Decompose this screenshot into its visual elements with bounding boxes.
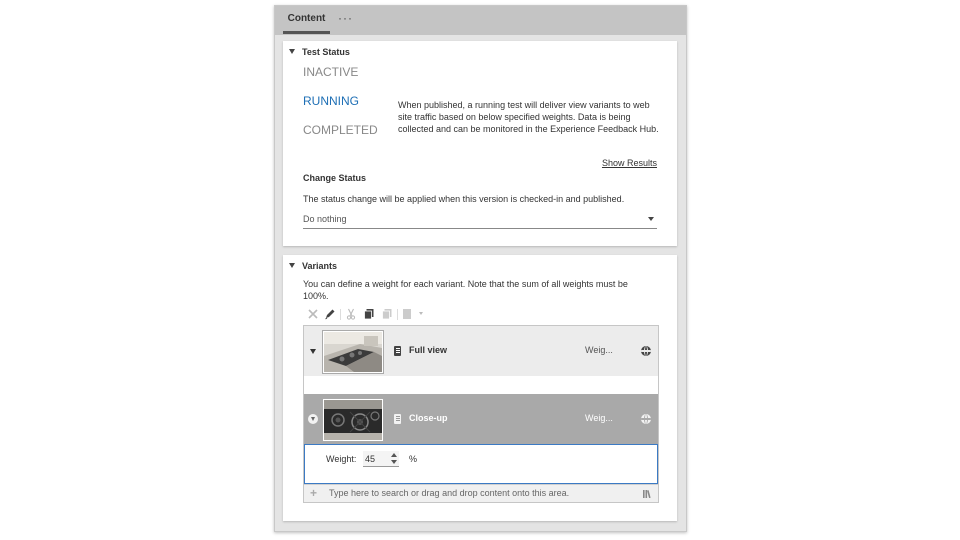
copy-icon[interactable]: [363, 308, 375, 320]
content-panel: Content ··· Test Status INACTIVE RUNNING…: [274, 5, 687, 532]
expand-triangle-icon[interactable]: [310, 349, 316, 354]
change-status-value: Do nothing: [303, 214, 347, 224]
plus-icon[interactable]: +: [310, 487, 317, 499]
weight-unit: %: [409, 454, 418, 464]
toolbar-divider: [397, 309, 398, 320]
kitchen-image-icon: [324, 332, 382, 372]
variant-name: Full view: [409, 345, 448, 355]
status-completed[interactable]: COMPLETED: [303, 123, 378, 137]
document-icon: [394, 346, 401, 356]
variants-note: You can define a weight for each variant…: [303, 279, 628, 301]
status-description: When published, a running test will deli…: [398, 100, 659, 134]
delete-icon[interactable]: [307, 308, 319, 320]
test-status-header[interactable]: Test Status: [289, 47, 350, 57]
show-results-link[interactable]: Show Results: [602, 158, 657, 168]
paste-icon[interactable]: [381, 308, 393, 320]
globe-icon[interactable]: [641, 346, 651, 356]
collapse-circle-icon[interactable]: [308, 414, 318, 424]
edit-icon[interactable]: [324, 308, 336, 320]
more-tabs-button[interactable]: ···: [338, 11, 353, 25]
collapse-triangle-icon[interactable]: [289, 263, 295, 268]
variant-weight: Weig...: [585, 413, 613, 423]
status-inactive[interactable]: INACTIVE: [303, 65, 358, 79]
variants-heading: Variants: [302, 261, 338, 271]
variant-row-full-view[interactable]: Full view Weig...: [304, 326, 658, 376]
chevron-down-icon: [648, 217, 654, 221]
tab-content[interactable]: Content: [283, 6, 330, 34]
variant-thumbnail: [322, 398, 384, 442]
test-status-heading: Test Status: [302, 47, 350, 57]
tab-bar: Content ···: [275, 6, 686, 35]
weight-label: Weight:: [326, 454, 357, 464]
insert-icon[interactable]: [402, 308, 426, 320]
cooktop-image-icon: [324, 400, 382, 440]
variant-weight: Weig...: [585, 345, 613, 355]
collapse-triangle-icon[interactable]: [289, 49, 295, 54]
variants-header[interactable]: Variants: [289, 261, 337, 271]
globe-icon[interactable]: [641, 414, 651, 424]
variants-card: Variants You can define a weight for eac…: [283, 255, 677, 521]
variant-name: Close-up: [409, 413, 448, 423]
drop-placeholder[interactable]: Type here to search or drag and drop con…: [329, 488, 569, 498]
variants-list: Full view Weig... Close-up Weig... Weigh…: [303, 325, 659, 503]
test-status-card: Test Status INACTIVE RUNNING COMPLETED W…: [283, 41, 677, 246]
cut-icon[interactable]: [345, 308, 357, 320]
variant-weight-editor: Weight: %: [304, 444, 658, 484]
drop-area[interactable]: + Type here to search or drag and drop c…: [304, 484, 658, 502]
toolbar-divider: [340, 309, 341, 320]
variant-thumbnail: [322, 330, 384, 374]
weight-stepper[interactable]: [391, 452, 398, 466]
change-status-heading: Change Status: [303, 173, 367, 183]
change-status-note: The status change will be applied when t…: [303, 194, 625, 204]
variant-row-close-up[interactable]: Close-up Weig...: [304, 394, 658, 444]
change-status-select[interactable]: Do nothing: [303, 212, 657, 229]
status-running[interactable]: RUNNING: [303, 94, 359, 108]
library-icon[interactable]: [642, 488, 652, 498]
document-icon: [394, 414, 401, 424]
